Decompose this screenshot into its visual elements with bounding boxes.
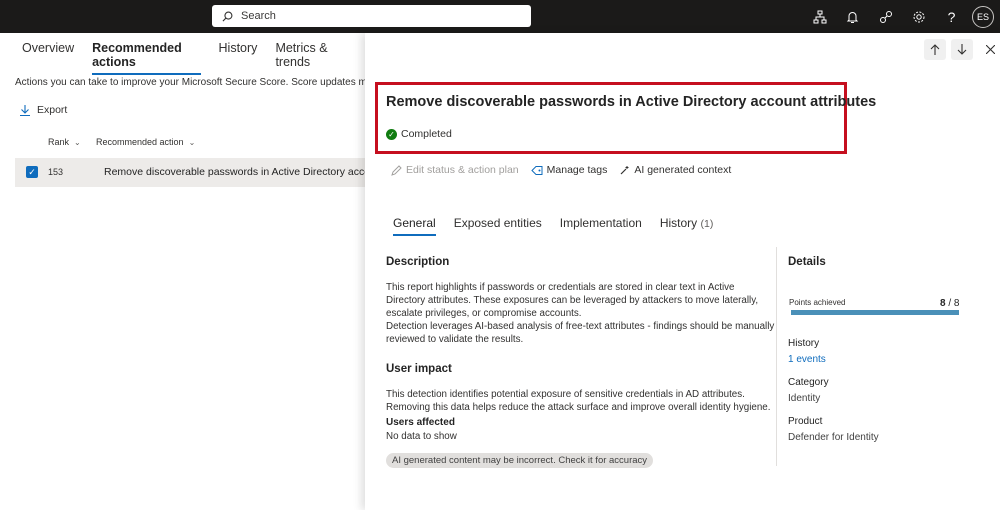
product-value: Defender for Identity xyxy=(788,432,879,443)
sparkle-wand-icon xyxy=(620,165,629,174)
points-total: 8 xyxy=(953,298,960,309)
tab-general-label: General xyxy=(393,216,436,230)
ai-context-button[interactable]: AI generated context xyxy=(619,164,731,176)
org-chart-icon[interactable] xyxy=(803,4,836,29)
points-progress-bar xyxy=(791,310,959,315)
arrow-down-icon xyxy=(957,44,967,55)
description-line: escalate privileges, or compromise accou… xyxy=(386,308,582,319)
rank-header-label: Rank xyxy=(48,137,70,147)
download-icon xyxy=(20,104,30,116)
tab-history[interactable]: History xyxy=(219,41,258,75)
avatar[interactable]: ES xyxy=(972,5,994,28)
row-action-name[interactable]: Remove discoverable passwords in Active … xyxy=(104,166,385,178)
status-badge: ✓ Completed xyxy=(386,128,452,140)
description-line: Directory attributes. These exposures ca… xyxy=(386,295,759,306)
category-value: Identity xyxy=(788,393,821,404)
manage-tags-button[interactable]: Manage tags xyxy=(530,164,608,176)
bell-icon[interactable] xyxy=(836,4,869,29)
top-bar: Search ? ES xyxy=(0,0,1000,33)
tab-overview[interactable]: Overview xyxy=(22,41,74,75)
tag-icon xyxy=(530,165,543,175)
tab-history-panel[interactable]: History (1) xyxy=(660,216,714,236)
edit-status-button[interactable]: Edit status & action plan xyxy=(391,164,519,176)
ai-context-label: AI generated context xyxy=(634,164,732,176)
export-label: Export xyxy=(37,104,68,116)
checkmark-icon: ✓ xyxy=(28,166,36,177)
previous-item-button[interactable] xyxy=(924,39,946,60)
manage-tags-label: Manage tags xyxy=(546,164,608,176)
search-icon xyxy=(222,11,233,21)
column-divider xyxy=(776,247,777,466)
category-label: Category xyxy=(788,377,829,388)
column-header-rank[interactable]: Rank ⌄ xyxy=(48,137,81,147)
column-header-action[interactable]: Recommended action ⌄ xyxy=(96,137,195,147)
close-button[interactable] xyxy=(982,40,998,58)
tab-history-label: History xyxy=(659,216,698,230)
description-text: This report highlights if passwords or c… xyxy=(386,281,774,346)
tab-exposed-entities-label: Exposed entities xyxy=(453,216,542,230)
search-placeholder: Search xyxy=(241,10,276,22)
action-header-label: Recommended action xyxy=(96,137,184,147)
intro-text: Actions you can take to improve your Mic… xyxy=(15,77,375,88)
tab-recommended-actions[interactable]: Recommended actions xyxy=(92,41,201,75)
edit-status-label: Edit status & action plan xyxy=(406,164,519,176)
connections-icon[interactable] xyxy=(869,4,902,29)
next-item-button[interactable] xyxy=(951,39,973,60)
users-affected-value: No data to show xyxy=(386,431,457,442)
panel-tabs: General Exposed entities Implementation … xyxy=(393,216,731,236)
history-count: (1) xyxy=(700,218,714,230)
tab-exposed-entities[interactable]: Exposed entities xyxy=(454,216,542,236)
secure-score-page: Overview Recommended actions History Met… xyxy=(0,33,385,510)
table-row[interactable]: ✓ 153 Remove discoverable passwords in A… xyxy=(15,158,385,187)
user-impact-text: This detection identifies potential expo… xyxy=(386,388,770,414)
description-heading: Description xyxy=(386,256,450,268)
points-value: 8 / 8 xyxy=(940,298,959,309)
points-separator: / xyxy=(945,298,954,309)
highlight-box xyxy=(375,82,847,154)
impact-line: Removing this data helps reduce the atta… xyxy=(386,402,771,413)
chevron-down-icon: ⌄ xyxy=(74,137,81,147)
points-label: Points achieved xyxy=(789,298,846,307)
panel-title: Remove discoverable passwords in Active … xyxy=(386,94,877,110)
description-line: This report highlights if passwords or c… xyxy=(386,282,735,293)
row-rank: 153 xyxy=(48,167,64,177)
product-label: Product xyxy=(788,416,823,427)
export-button[interactable]: Export xyxy=(20,104,67,116)
details-panel: Remove discoverable passwords in Active … xyxy=(365,33,1000,510)
status-label: Completed xyxy=(401,128,452,140)
user-impact-heading: User impact xyxy=(386,363,452,375)
tab-implementation[interactable]: Implementation xyxy=(560,216,642,236)
page-tabs: Overview Recommended actions History Met… xyxy=(22,41,365,75)
edit-icon xyxy=(391,164,402,176)
help-icon[interactable]: ? xyxy=(935,4,968,29)
history-events-link[interactable]: 1 events xyxy=(788,354,826,365)
close-icon xyxy=(985,44,995,54)
row-checkbox[interactable]: ✓ xyxy=(26,166,38,178)
description-line: Detection leverages AI-based analysis of… xyxy=(386,321,775,332)
history-label: History xyxy=(788,338,820,349)
points-progress-fill xyxy=(791,310,959,315)
description-line: reviewed to validate the results. xyxy=(386,334,524,345)
search-box[interactable]: Search xyxy=(212,5,531,27)
arrow-up-icon xyxy=(930,44,940,55)
chevron-down-icon: ⌄ xyxy=(188,137,196,147)
tab-implementation-label: Implementation xyxy=(559,216,642,230)
command-bar: Edit status & action plan Manage tags AI… xyxy=(391,164,743,176)
details-heading: Details xyxy=(788,256,826,268)
impact-line: This detection identifies potential expo… xyxy=(386,389,745,400)
users-affected-label: Users affected xyxy=(386,417,455,428)
tab-general[interactable]: General xyxy=(393,216,436,236)
ai-disclaimer-badge: AI generated content may be incorrect. C… xyxy=(386,453,654,468)
tab-metrics-trends[interactable]: Metrics & trends xyxy=(275,41,347,75)
check-circle-icon: ✓ xyxy=(386,128,397,140)
gear-icon[interactable] xyxy=(902,4,935,29)
